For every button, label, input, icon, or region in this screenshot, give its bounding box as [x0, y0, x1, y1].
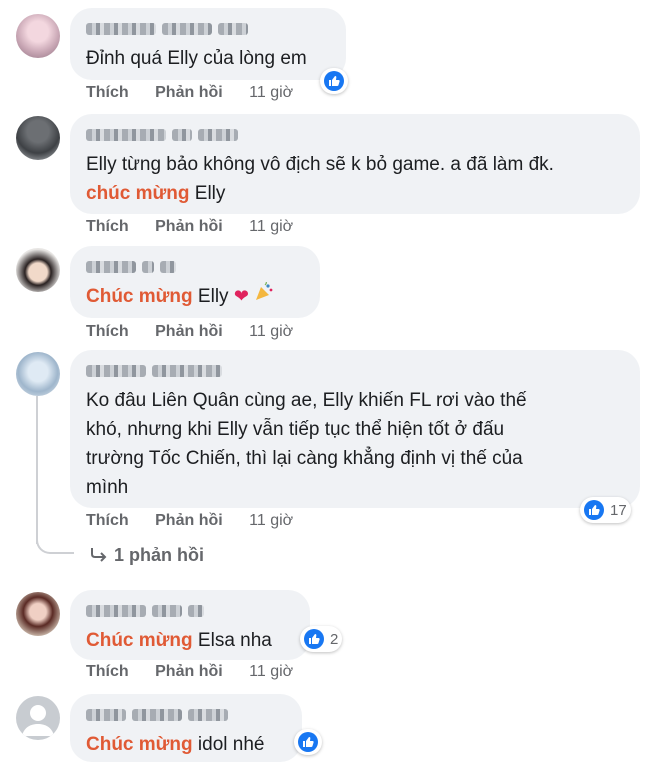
reply-action[interactable]: Phản hồi: [155, 512, 223, 529]
reply-action[interactable]: Phản hồi: [155, 218, 223, 235]
reaction-badge[interactable]: [320, 68, 348, 94]
avatar[interactable]: [16, 14, 60, 58]
author-name-blurred[interactable]: [86, 128, 622, 142]
like-action[interactable]: Thích: [86, 323, 129, 340]
comment-text-tagline: Chúc mừng Elsa nha: [86, 626, 292, 655]
like-icon: [304, 629, 324, 649]
reply-action[interactable]: Phản hồi: [155, 323, 223, 340]
comment-bubble: Chúc mừng Elsa nha: [70, 590, 310, 660]
avatar[interactable]: [16, 248, 60, 292]
comment-bubble: Đỉnh quá Elly của lòng em: [70, 8, 346, 80]
avatar[interactable]: [16, 592, 60, 636]
comment-text-rest: idol nhé: [192, 734, 265, 755]
author-name-blurred[interactable]: [86, 260, 302, 274]
comment-actions: Thích Phản hồi 11 giờ: [86, 512, 315, 530]
reply-arrow-icon: [90, 546, 108, 567]
like-action[interactable]: Thích: [86, 663, 129, 680]
like-action[interactable]: Thích: [86, 84, 129, 101]
timestamp[interactable]: 11 giờ: [249, 323, 293, 340]
comment-text: Đỉnh quá Elly của lòng em: [86, 48, 307, 69]
like-icon: [584, 500, 604, 520]
avatar[interactable]: [16, 116, 60, 160]
thread-line: [36, 396, 38, 544]
comment-bubble: Ko đâu Liên Quân cùng ae, Elly khiến FL …: [70, 350, 640, 508]
avatar[interactable]: [16, 696, 60, 740]
thread-connector: [36, 530, 74, 554]
view-replies-link[interactable]: 1 phản hồi: [90, 545, 204, 567]
default-avatar-icon: [22, 705, 54, 736]
heart-icon: ❤: [233, 286, 249, 306]
reaction-count: 17: [610, 501, 627, 519]
comment-text: Elly từng bảo không vô địch sẽ k bỏ game…: [86, 154, 554, 175]
like-icon: [324, 71, 344, 91]
reply-action[interactable]: Phản hồi: [155, 84, 223, 101]
comment-bubble: Elly từng bảo không vô địch sẽ k bỏ game…: [70, 114, 640, 214]
timestamp[interactable]: 11 giờ: [249, 512, 293, 529]
reaction-badge[interactable]: 2: [300, 626, 343, 652]
comment-actions: Thích Phản hồi 11 giờ: [86, 84, 315, 102]
comment-text-line: trường Tốc Chiến, thì lại càng khẳng địn…: [86, 448, 523, 469]
comment-actions: Thích Phản hồi 11 giờ: [86, 218, 315, 236]
comment-text-rest: Elly: [192, 286, 234, 307]
comment-text-line: khó, nhưng khi Elly vẫn tiếp tục thể hiệ…: [86, 419, 505, 440]
mention-tag[interactable]: chúc mừng: [86, 183, 190, 204]
comment-bubble: Chúc mừng idol nhé: [70, 694, 302, 762]
reply-action[interactable]: Phản hồi: [155, 663, 223, 680]
reaction-badge[interactable]: [294, 729, 322, 755]
comment-actions: Thích Phản hồi 11 giờ: [86, 323, 315, 341]
replies-count-label: 1 phản hồi: [114, 545, 204, 565]
comment-text-tagline: chúc mừng Elly: [86, 179, 622, 208]
author-name-blurred[interactable]: [86, 604, 292, 618]
comment-text-tagline: Chúc mừng idol nhé: [86, 730, 284, 759]
like-action[interactable]: Thích: [86, 512, 129, 529]
comment-text-rest: Elsa nha: [192, 630, 272, 651]
mention-tag[interactable]: Chúc mừng: [86, 734, 193, 755]
party-popper-icon: [254, 282, 274, 311]
comment-text-line: mình: [86, 477, 129, 498]
comment-text-line: Ko đâu Liên Quân cùng ae, Elly khiến FL …: [86, 390, 527, 411]
author-name-blurred[interactable]: [86, 22, 328, 36]
author-name-blurred[interactable]: [86, 364, 622, 378]
comment-bubble: Chúc mừng Elly ❤: [70, 246, 320, 318]
timestamp[interactable]: 11 giờ: [249, 218, 293, 235]
author-name-blurred[interactable]: [86, 708, 284, 722]
comment-text-tagline: Chúc mừng Elly ❤: [86, 282, 302, 311]
mention-tag[interactable]: Chúc mừng: [86, 286, 193, 307]
timestamp[interactable]: 11 giờ: [249, 663, 293, 680]
reaction-badge[interactable]: 17: [580, 497, 631, 523]
timestamp[interactable]: 11 giờ: [249, 84, 293, 101]
comment-text-rest: Elly: [189, 183, 226, 204]
avatar[interactable]: [16, 352, 60, 396]
comment-actions: Thích Phản hồi 11 giờ: [86, 663, 315, 681]
reaction-count: 2: [330, 630, 339, 648]
like-icon: [298, 732, 318, 752]
like-action[interactable]: Thích: [86, 218, 129, 235]
mention-tag[interactable]: Chúc mừng: [86, 630, 193, 651]
